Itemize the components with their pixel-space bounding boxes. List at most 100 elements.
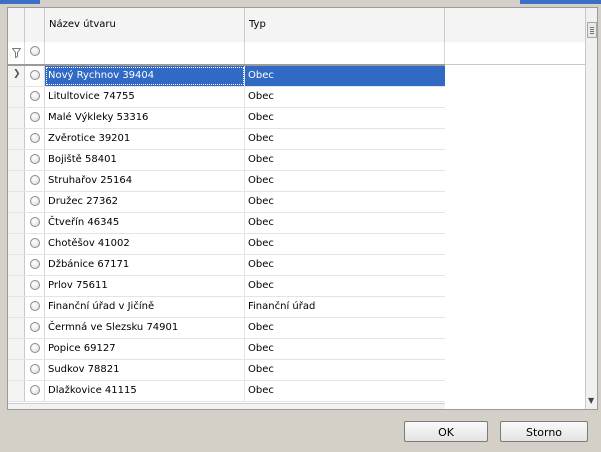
table-row[interactable]: Chotěšov 41002 Obec xyxy=(8,234,445,255)
table-row[interactable]: Zvěrotice 39201 Obec xyxy=(8,129,445,150)
row-radio[interactable] xyxy=(30,280,40,290)
filter-input-type[interactable] xyxy=(245,42,445,64)
row-indicator[interactable] xyxy=(8,318,25,338)
row-select-cell[interactable] xyxy=(25,87,45,107)
scroll-down-arrow-icon[interactable]: ▼ xyxy=(588,396,594,405)
data-grid[interactable]: Název útvaru Typ ❯ Nový Rychnov 39404 Obec… xyxy=(7,7,598,410)
row-radio[interactable] xyxy=(30,196,40,206)
table-row[interactable]: Čermná ve Slezsku 74901 Obec xyxy=(8,318,445,339)
row-indicator[interactable] xyxy=(8,360,25,380)
row-radio[interactable] xyxy=(30,343,40,353)
column-header-type[interactable]: Typ xyxy=(245,8,445,42)
row-radio[interactable] xyxy=(30,112,40,122)
table-row[interactable]: Finanční úřad v Jičíně Finanční úřad xyxy=(8,297,445,318)
cell-name[interactable]: Finanční úřad v Jičíně xyxy=(45,297,245,317)
cell-name[interactable]: Čermná ve Slezsku 74901 xyxy=(45,318,245,338)
table-row[interactable]: Džbánice 67171 Obec xyxy=(8,255,445,276)
row-indicator[interactable] xyxy=(8,276,25,296)
table-row[interactable]: Bojiště 58401 Obec xyxy=(8,150,445,171)
row-select-cell[interactable] xyxy=(25,318,45,338)
cell-name[interactable]: Zvěrotice 39201 xyxy=(45,129,245,149)
row-indicator[interactable] xyxy=(8,192,25,212)
row-radio[interactable] xyxy=(30,91,40,101)
cell-type[interactable]: Obec xyxy=(245,108,445,128)
cell-type[interactable]: Obec xyxy=(245,66,445,86)
row-indicator[interactable] xyxy=(8,381,25,401)
table-row[interactable]: Sudkov 78821 Obec xyxy=(8,360,445,381)
row-select-cell[interactable] xyxy=(25,129,45,149)
cell-type[interactable]: Obec xyxy=(245,192,445,212)
row-indicator[interactable] xyxy=(8,87,25,107)
cell-name[interactable]: Nový Rychnov 39404 xyxy=(45,66,245,86)
cell-type[interactable]: Obec xyxy=(245,129,445,149)
cell-type[interactable]: Obec xyxy=(245,171,445,191)
cancel-button[interactable]: Storno xyxy=(500,421,588,442)
row-select-cell[interactable] xyxy=(25,213,45,233)
cell-name[interactable]: Litultovice 74755 xyxy=(45,87,245,107)
cell-name[interactable]: Malé Výkleky 53316 xyxy=(45,108,245,128)
cell-name[interactable]: Čtveřín 46345 xyxy=(45,213,245,233)
cell-type[interactable]: Obec xyxy=(245,339,445,359)
row-indicator[interactable] xyxy=(8,171,25,191)
cell-type[interactable]: Obec xyxy=(245,276,445,296)
row-radio[interactable] xyxy=(30,70,40,80)
ok-button[interactable]: OK xyxy=(404,421,488,442)
filter-select-cell[interactable] xyxy=(25,42,45,64)
row-radio[interactable] xyxy=(30,154,40,164)
row-indicator[interactable]: ❯ xyxy=(8,66,25,86)
cell-name[interactable]: Struhařov 25164 xyxy=(45,171,245,191)
row-select-cell[interactable] xyxy=(25,66,45,86)
cell-type[interactable]: Obec xyxy=(245,213,445,233)
cell-type[interactable]: Obec xyxy=(245,255,445,275)
cell-type[interactable]: Finanční úřad xyxy=(245,297,445,317)
cell-type[interactable]: Obec xyxy=(245,234,445,254)
cell-name[interactable]: Družec 27362 xyxy=(45,192,245,212)
table-row[interactable]: Litultovice 74755 Obec xyxy=(8,87,445,108)
cell-type[interactable]: Obec xyxy=(245,381,445,401)
row-radio[interactable] xyxy=(30,259,40,269)
filter-input-name[interactable] xyxy=(45,42,245,64)
cell-name[interactable]: Prlov 75611 xyxy=(45,276,245,296)
table-row[interactable]: Dlažkovice 41115 Obec xyxy=(8,381,445,402)
cell-name[interactable]: Džbánice 67171 xyxy=(45,255,245,275)
cell-name[interactable]: Popice 69127 xyxy=(45,339,245,359)
row-indicator[interactable] xyxy=(8,255,25,275)
row-radio[interactable] xyxy=(30,385,40,395)
filter-icon-cell[interactable] xyxy=(8,42,25,64)
row-radio[interactable] xyxy=(30,133,40,143)
row-radio[interactable] xyxy=(30,301,40,311)
row-indicator[interactable] xyxy=(8,108,25,128)
row-select-cell[interactable] xyxy=(25,297,45,317)
scrollbar-thumb[interactable] xyxy=(587,22,597,38)
cell-name[interactable]: Sudkov 78821 xyxy=(45,360,245,380)
cell-name[interactable]: Dlažkovice 41115 xyxy=(45,381,245,401)
row-select-cell[interactable] xyxy=(25,360,45,380)
row-indicator[interactable] xyxy=(8,234,25,254)
table-row[interactable]: Struhařov 25164 Obec xyxy=(8,171,445,192)
row-indicator[interactable] xyxy=(8,213,25,233)
row-indicator[interactable] xyxy=(8,297,25,317)
table-row[interactable]: Družec 27362 Obec xyxy=(8,192,445,213)
row-radio[interactable] xyxy=(30,322,40,332)
row-select-cell[interactable] xyxy=(25,255,45,275)
row-radio[interactable] xyxy=(30,364,40,374)
table-row[interactable]: Malé Výkleky 53316 Obec xyxy=(8,108,445,129)
filter-radio[interactable] xyxy=(30,46,40,56)
table-row[interactable]: Čtveřín 46345 Obec xyxy=(8,213,445,234)
row-select-cell[interactable] xyxy=(25,108,45,128)
cell-type[interactable]: Obec xyxy=(245,87,445,107)
row-select-cell[interactable] xyxy=(25,234,45,254)
row-select-cell[interactable] xyxy=(25,192,45,212)
cell-name[interactable]: Chotěšov 41002 xyxy=(45,234,245,254)
row-select-cell[interactable] xyxy=(25,339,45,359)
row-indicator[interactable] xyxy=(8,150,25,170)
table-row[interactable]: Prlov 75611 Obec xyxy=(8,276,445,297)
cell-type[interactable]: Obec xyxy=(245,360,445,380)
column-header-name[interactable]: Název útvaru xyxy=(45,8,245,42)
table-row[interactable]: ❯ Nový Rychnov 39404 Obec xyxy=(8,66,445,87)
cell-type[interactable]: Obec xyxy=(245,150,445,170)
table-row[interactable]: Popice 69127 Obec xyxy=(8,339,445,360)
row-indicator[interactable] xyxy=(8,129,25,149)
row-select-cell[interactable] xyxy=(25,276,45,296)
row-radio[interactable] xyxy=(30,238,40,248)
